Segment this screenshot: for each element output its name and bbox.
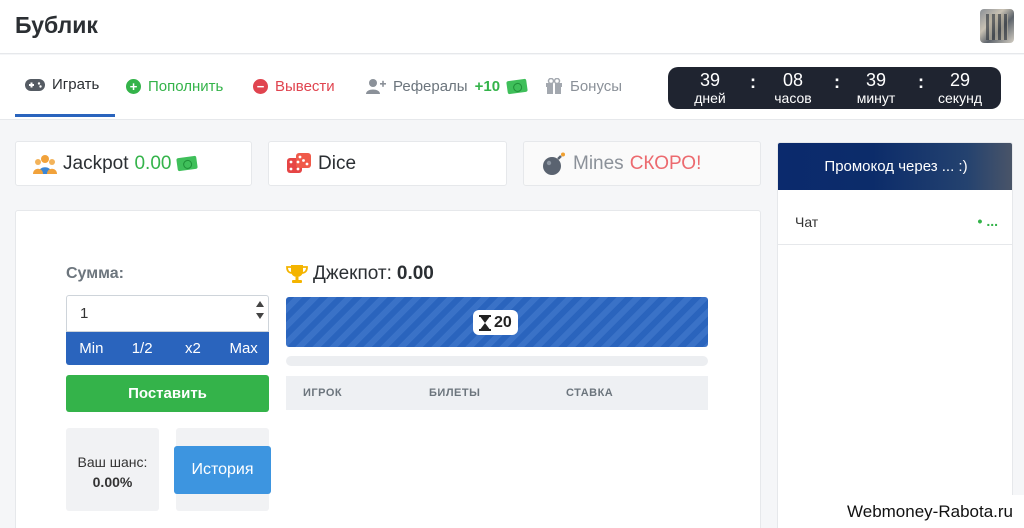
referrals-count: +10 xyxy=(474,77,501,95)
timer-minutes-value: 39 xyxy=(865,70,887,90)
min-button[interactable]: Min xyxy=(66,332,117,365)
mines-soon-badge: СКОРО! xyxy=(629,152,702,174)
timer-days: 39 дней xyxy=(690,70,730,106)
money-icon xyxy=(176,155,199,172)
game-tab-mines[interactable]: Mines СКОРО! xyxy=(523,141,761,186)
game-tab-dice-label: Dice xyxy=(318,152,357,174)
nav-play[interactable]: Играть xyxy=(15,55,115,117)
timer-seconds-value: 29 xyxy=(949,70,971,90)
game-tab-jackpot-label: Jackpot xyxy=(63,152,129,174)
trophy-icon xyxy=(286,265,308,283)
timer-hours-value: 08 xyxy=(782,70,804,90)
sum-label: Сумма: xyxy=(66,265,124,282)
col-bet: СТАВКА xyxy=(566,387,614,399)
win-chance-box: Ваш шанс: 0.00% xyxy=(66,428,159,511)
dice-icon xyxy=(287,152,311,173)
plus-circle-icon: + xyxy=(126,78,141,94)
timer-seconds-label: секунд xyxy=(938,90,982,106)
round-countdown: 20 xyxy=(473,310,518,335)
user-avatar[interactable] xyxy=(980,9,1014,43)
nav-withdraw-label: Вывести xyxy=(275,77,335,95)
nav-deposit-label: Пополнить xyxy=(148,77,224,95)
history-button[interactable]: История xyxy=(174,446,271,494)
game-tab-dice[interactable]: Dice xyxy=(268,141,507,186)
max-button[interactable]: Max xyxy=(218,332,269,365)
nav-bonuses[interactable]: Бонусы xyxy=(545,55,622,117)
round-countdown-value: 20 xyxy=(494,313,512,331)
nav-bonuses-label: Бонусы xyxy=(570,77,623,95)
chat-label: Чат xyxy=(795,214,819,230)
bomb-icon xyxy=(543,152,565,175)
place-bet-button[interactable]: Поставить xyxy=(66,375,269,412)
gamepad-icon xyxy=(25,78,45,91)
win-chance-label: Ваш шанс: xyxy=(77,454,148,470)
double-button[interactable]: x2 xyxy=(168,332,219,365)
round-secondary-track xyxy=(286,356,708,366)
timer-hours-label: часов xyxy=(774,90,812,106)
chat-online-status: • ... xyxy=(977,213,998,229)
hourglass-icon xyxy=(479,314,491,331)
bet-amount-input[interactable] xyxy=(66,295,269,332)
timer-separator: : xyxy=(918,72,924,92)
promo-banner[interactable]: Промокод через ... :) xyxy=(778,143,1012,190)
site-watermark: Webmoney-Rabota.ru xyxy=(836,495,1024,528)
nav-withdraw[interactable]: − Вывести xyxy=(253,55,335,117)
timer-seconds: 29 секунд xyxy=(932,70,988,106)
timer-separator: : xyxy=(750,72,756,92)
jackpot-label: Джекпот: xyxy=(313,263,392,284)
timer-days-label: дней xyxy=(694,90,726,106)
bets-table-header: ИГРОК БИЛЕТЫ СТАВКА xyxy=(286,376,708,410)
timer-minutes: 39 минут xyxy=(852,70,900,106)
timer-days-value: 39 xyxy=(699,70,721,90)
top-bar: Бублик xyxy=(0,0,1024,54)
countdown-timer: 39 дней : 08 часов : 39 минут : 29 секун… xyxy=(668,67,1001,109)
nav-referrals[interactable]: Рефералы +10 xyxy=(366,55,528,117)
amount-stepper[interactable] xyxy=(253,298,267,329)
timer-separator: : xyxy=(834,72,840,92)
chevron-up-icon[interactable] xyxy=(256,301,264,307)
brand-title[interactable]: Бублик xyxy=(15,12,98,39)
half-button[interactable]: 1/2 xyxy=(117,332,168,365)
jackpot-pot-value: 0.00 xyxy=(396,263,434,284)
timer-minutes-label: минут xyxy=(856,90,896,106)
game-tab-mines-label: Mines xyxy=(573,152,624,174)
sidebar: Промокод через ... :) Чат • ... xyxy=(777,142,1013,528)
col-player: ИГРОК xyxy=(303,387,343,399)
jackpot-value: 0.00 xyxy=(134,152,172,174)
minus-circle-icon: − xyxy=(253,78,268,94)
chat-header: Чат • ... xyxy=(778,205,1012,245)
col-tickets: БИЛЕТЫ xyxy=(429,387,481,399)
chevron-down-icon[interactable] xyxy=(256,313,264,319)
amount-multiplier-group: Min 1/2 x2 Max xyxy=(66,332,269,365)
gift-icon xyxy=(546,78,562,94)
nav-referrals-label: Рефералы xyxy=(393,77,468,95)
nav-deposit[interactable]: + Пополнить xyxy=(126,55,223,117)
win-chance-value: 0.00% xyxy=(92,474,133,490)
money-icon xyxy=(506,78,528,94)
game-tab-jackpot[interactable]: Jackpot 0.00 xyxy=(15,141,252,186)
timer-hours: 08 часов xyxy=(768,70,818,106)
jackpot-heading: Джекпот: 0.00 xyxy=(286,263,434,285)
nav-play-label: Играть xyxy=(52,76,100,93)
user-plus-icon xyxy=(366,79,386,94)
people-icon xyxy=(33,154,57,174)
